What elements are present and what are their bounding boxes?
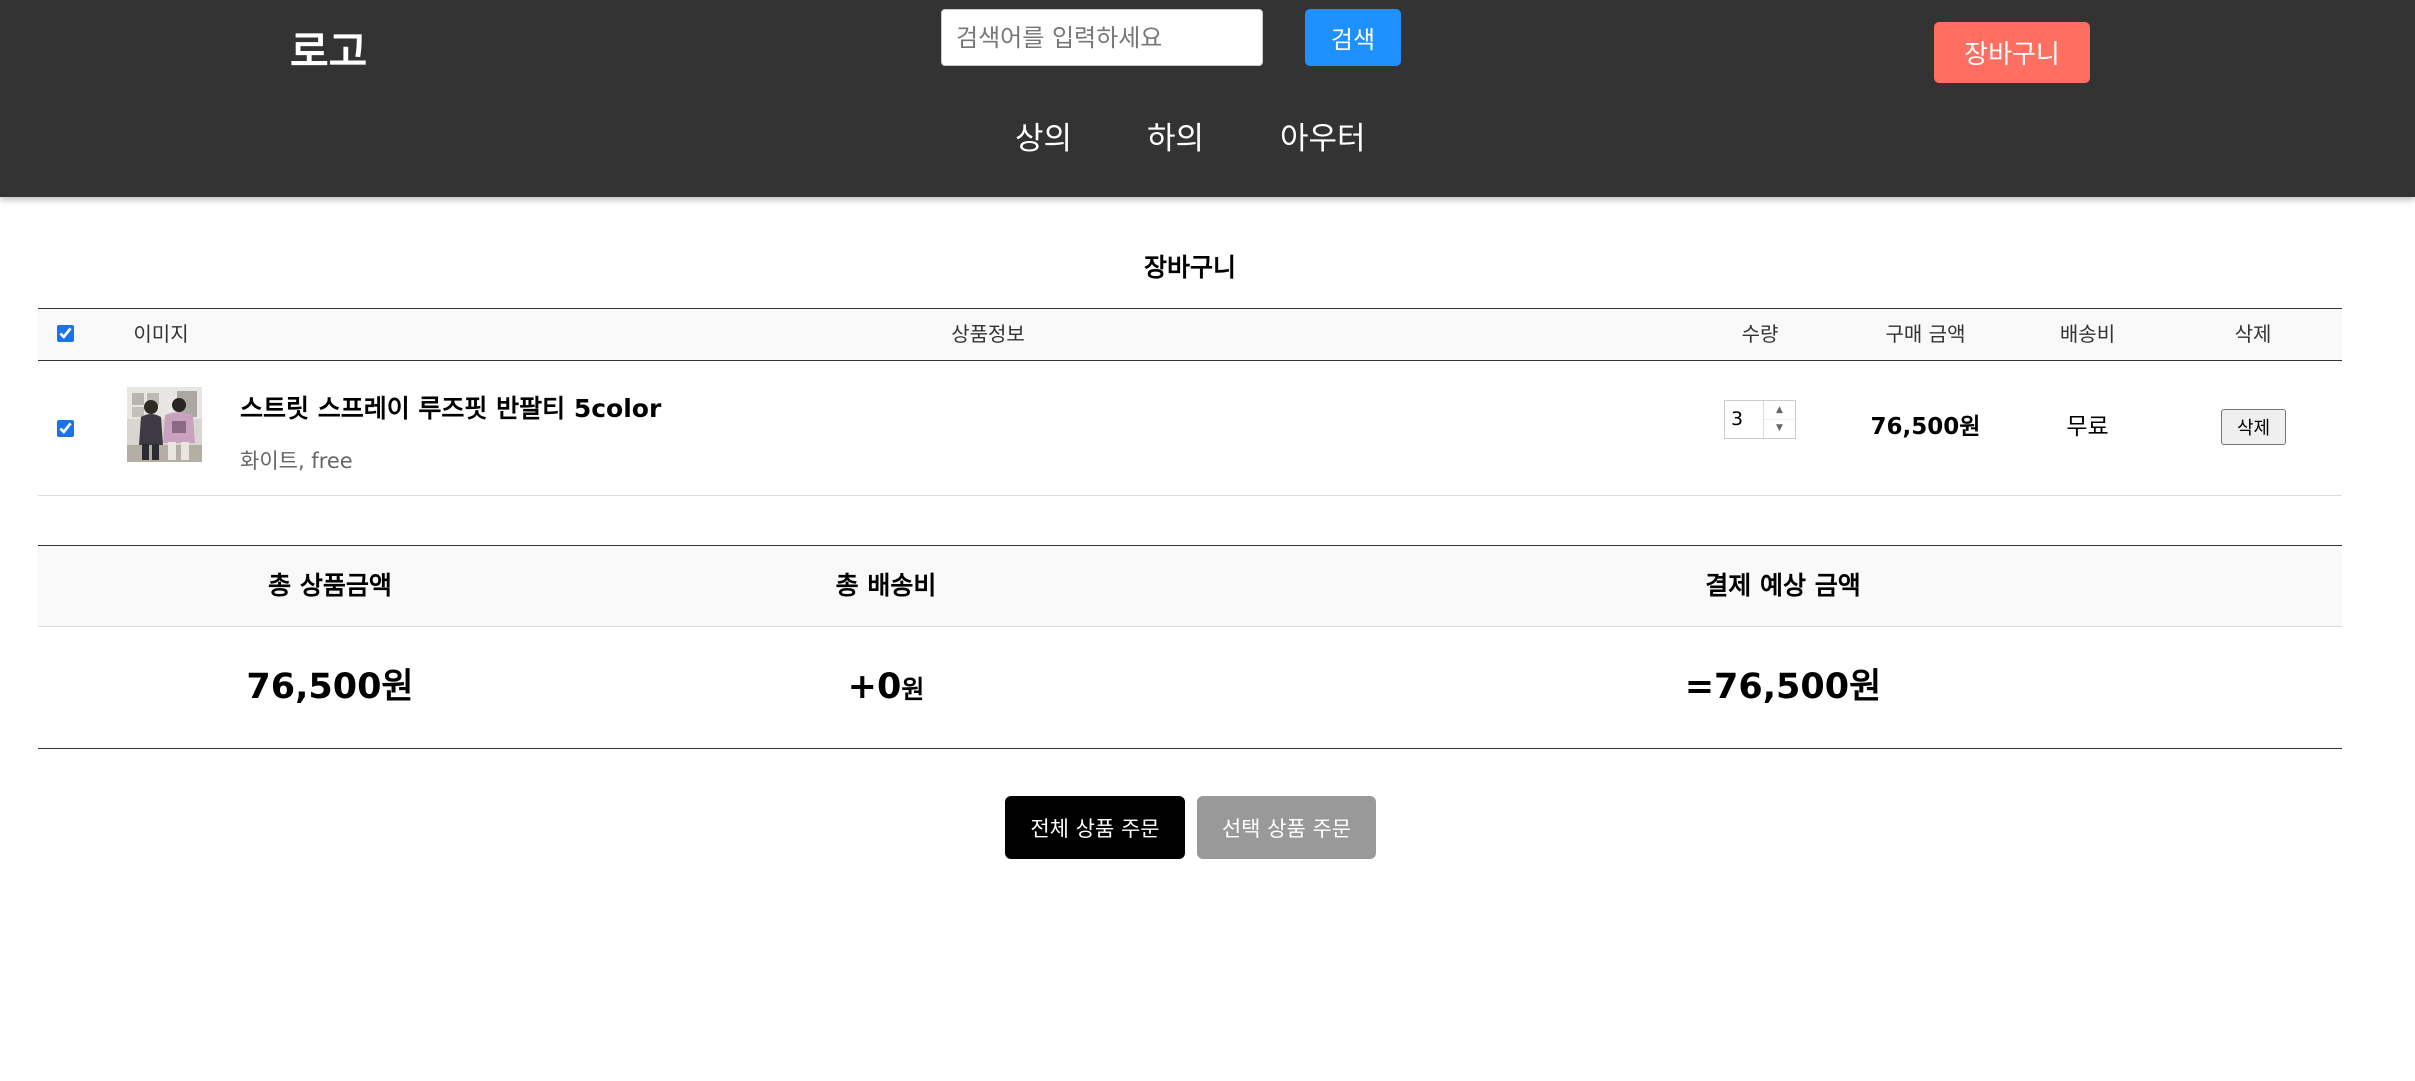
- summary-values: 76,500원 +0원 =76,500원: [38, 627, 2342, 749]
- search-button[interactable]: 검색: [1305, 9, 1401, 66]
- header-price: 구매 금액: [1885, 322, 1966, 346]
- product-name[interactable]: 스트릿 스프레이 루즈핏 반팔티 5color: [240, 391, 661, 427]
- nav-item-bottoms[interactable]: 하의: [1147, 114, 1204, 164]
- products-total-label: 총 상품금액: [268, 571, 392, 600]
- header-shipping: 배송비: [2059, 322, 2116, 346]
- item-shipping: 무료: [2066, 414, 2109, 440]
- cart-button[interactable]: 장바구니: [1934, 22, 2090, 83]
- decrement-icon[interactable]: ▼: [1764, 419, 1795, 437]
- quantity-value[interactable]: 3: [1731, 401, 1743, 438]
- site-header: 로고 검색 장바구니 상의 하의 아우터: [0, 0, 2415, 197]
- quantity-stepper[interactable]: 3 ▲ ▼: [1724, 400, 1796, 439]
- product-thumbnail[interactable]: [127, 387, 202, 462]
- shipping-total-value: +0원: [756, 627, 1016, 750]
- site-logo[interactable]: 로고: [290, 24, 367, 80]
- page-title: 장바구니: [1143, 253, 1236, 282]
- quantity-spinner[interactable]: ▲ ▼: [1763, 401, 1795, 438]
- order-selected-button[interactable]: 선택 상품 주문: [1197, 796, 1376, 859]
- product-photo: [127, 387, 202, 462]
- product-option: 화이트, free: [240, 449, 353, 473]
- item-checkbox[interactable]: [57, 420, 74, 437]
- nav-item-outerwear[interactable]: 아우터: [1280, 114, 1366, 164]
- select-all-checkbox[interactable]: [57, 325, 74, 342]
- header-delete: 삭제: [2234, 322, 2272, 346]
- header-image: 이미지: [133, 322, 189, 346]
- order-summary: 총 상품금액 총 배송비 결제 예상 금액 76,500원 +0원 =76,50…: [38, 545, 2342, 749]
- category-nav: 상의 하의 아우터: [0, 114, 2415, 164]
- payment-total-label: 결제 예상 금액: [1705, 571, 1861, 600]
- payment-total-value: =76,500원: [1684, 667, 1882, 707]
- table-row: 스트릿 스프레이 루즈핏 반팔티 5color 화이트, free 3 ▲ ▼ …: [38, 361, 2342, 496]
- header-product-info: 상품정보: [951, 322, 1025, 346]
- increment-icon[interactable]: ▲: [1764, 401, 1795, 420]
- table-header: 이미지 상품정보 수량 구매 금액 배송비 삭제: [38, 308, 2342, 361]
- shipping-total-unit: 원: [901, 675, 925, 704]
- delete-button[interactable]: 삭제: [2221, 409, 2286, 445]
- shipping-total-amount: 0: [876, 667, 902, 707]
- header-quantity: 수량: [1741, 322, 1779, 346]
- shipping-total-sign: +: [847, 667, 877, 707]
- item-price: 76,500원: [1870, 414, 1981, 440]
- products-total-value: 76,500원: [246, 667, 414, 707]
- shipping-total-label: 총 배송비: [835, 571, 937, 600]
- summary-header: 총 상품금액 총 배송비 결제 예상 금액: [38, 545, 2342, 627]
- order-all-button[interactable]: 전체 상품 주문: [1005, 796, 1185, 859]
- search-input[interactable]: [941, 9, 1263, 66]
- nav-item-tops[interactable]: 상의: [1015, 114, 1072, 164]
